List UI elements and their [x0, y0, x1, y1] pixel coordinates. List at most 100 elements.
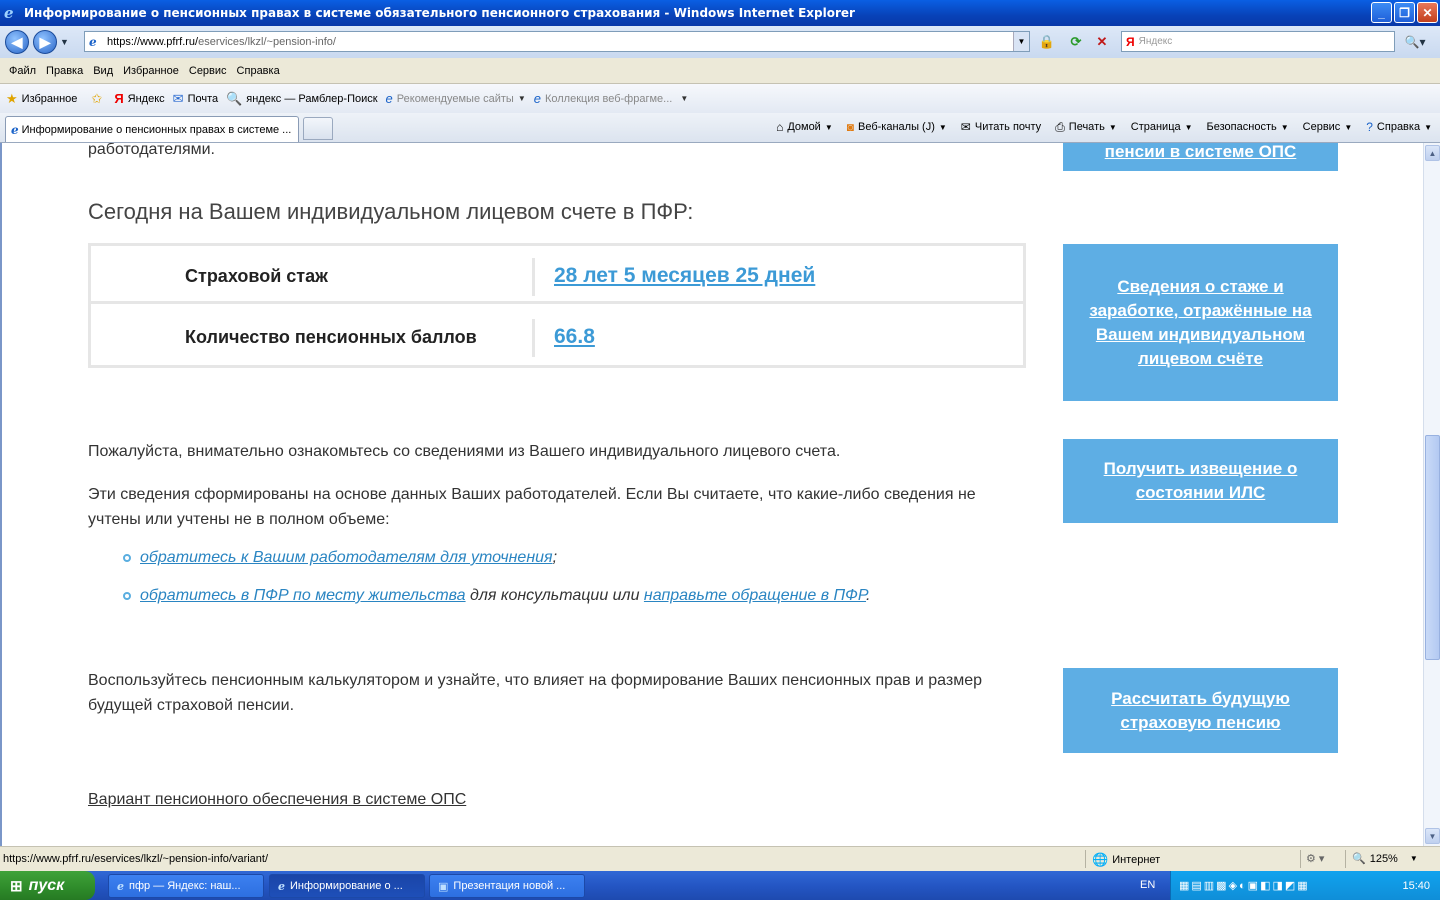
yandex-icon: Я	[1126, 34, 1135, 49]
print-button[interactable]: ⎙ Печать ▼	[1055, 120, 1117, 135]
calculate-pension-button[interactable]: Рассчитать будущую страховую пенсию	[1063, 668, 1338, 753]
search-button[interactable]: 🔍▾	[1398, 31, 1432, 52]
chevron-down-icon: ▼	[1184, 122, 1193, 132]
chevron-down-icon: ▼	[824, 122, 833, 132]
address-bar[interactable]: e https://www.pfrf.ru/eservices/lkzl/~pe…	[84, 31, 1030, 52]
chevron-down-icon: ▼	[1280, 122, 1289, 132]
scroll-up-icon[interactable]: ▲	[1425, 145, 1440, 161]
notice-paragraph: Пожалуйста, внимательно ознакомьтесь со …	[88, 443, 841, 460]
ie-page-icon: e	[385, 91, 393, 106]
tab-row: e Информирование о пенсионных правах в с…	[0, 113, 1440, 143]
help-menu-button[interactable]: ? Справка ▼	[1366, 120, 1432, 134]
fav-suggested-sites[interactable]: e Рекомендуемые сайты ▼	[386, 91, 526, 106]
fav-yandex[interactable]: Я Яндекс	[114, 91, 164, 106]
tools-menu-button[interactable]: Сервис ▼	[1303, 121, 1353, 133]
pension-ops-button[interactable]: пенсии в системе ОПС	[1063, 143, 1338, 171]
url-path: eservices/lkzl/~pension-info/	[198, 35, 336, 48]
windows-flag-icon: ⊞	[10, 877, 23, 895]
command-bar: ⌂ Домой ▼ ◙ Веб-каналы (J) ▼ ✉ Читать почту ⎙…	[762, 113, 1432, 141]
safety-menu-button[interactable]: Безопасность ▼	[1207, 121, 1289, 133]
divider	[532, 258, 535, 296]
fav-mail[interactable]: ✉ Почта	[173, 91, 218, 107]
ie-page-icon: e	[11, 122, 19, 137]
taskbar-item[interactable]: e Информирование о ...	[269, 874, 425, 898]
vertical-scrollbar[interactable]: ▲ ▼	[1423, 143, 1440, 846]
new-tab-button[interactable]	[303, 117, 333, 140]
status-url: https://www.pfrf.ru/eservices/lkzl/~pens…	[3, 853, 269, 865]
tab-pension-info[interactable]: e Информирование о пенсионных правах в с…	[5, 116, 299, 142]
previous-text-line: работодателями.	[88, 143, 215, 158]
window-title: Информирование о пенсионных правах в сис…	[24, 6, 855, 20]
refresh-button[interactable]: ⟳	[1065, 31, 1087, 52]
menu-tools[interactable]: Сервис	[189, 65, 227, 77]
menu-file[interactable]: Файл	[9, 65, 36, 77]
taskbar-item[interactable]: e пфр — Яндекс: наш...	[108, 874, 264, 898]
menu-view[interactable]: Вид	[93, 65, 113, 77]
taskbar: ⊞ пуск e пфр — Яндекс: наш... e Информиров…	[0, 871, 1440, 900]
protected-mode-icon[interactable]: ⚙ ▾	[1306, 852, 1324, 865]
language-indicator[interactable]: EN	[1140, 879, 1155, 891]
read-mail-button[interactable]: ✉ Читать почту	[961, 120, 1041, 134]
pension-variant-link[interactable]: Вариант пенсионного обеспечения в систем…	[88, 791, 466, 809]
back-button[interactable]: ◀	[5, 30, 29, 54]
divider	[1345, 850, 1346, 868]
zoom-control[interactable]: 🔍 125% ▼	[1352, 852, 1418, 866]
forward-button[interactable]: ▶	[33, 30, 57, 54]
favorites-star-icon: ★	[6, 90, 18, 106]
scroll-down-icon[interactable]: ▼	[1425, 828, 1440, 844]
search-input[interactable]: Я Яндекс	[1121, 31, 1395, 52]
contact-pfr-link[interactable]: обратитесь в ПФР по месту жительства	[140, 587, 466, 604]
address-toolbar: ◀ ▶ ▼ e https://www.pfrf.ru/eservices/lk…	[0, 26, 1440, 58]
scroll-thumb[interactable]	[1425, 435, 1440, 660]
page-content: работодателями. Сегодня на Вашем индивид…	[0, 143, 1423, 846]
fav-web-slices[interactable]: e Коллекция веб-фрагме... ▼	[534, 91, 689, 106]
send-appeal-link[interactable]: направьте обращение в ПФР	[644, 587, 866, 604]
pension-points-label: Количество пенсионных баллов	[185, 327, 477, 347]
ie-icon: e	[117, 879, 124, 893]
menu-edit[interactable]: Правка	[46, 65, 83, 77]
ie-icon: e	[278, 879, 285, 893]
address-dropdown-icon[interactable]: ▼	[1013, 32, 1029, 51]
taskbar-item[interactable]: ▣ Презентация новой ...	[429, 874, 585, 898]
insurance-experience-value[interactable]: 28 лет 5 месяцев 25 дней	[554, 264, 815, 288]
divider	[1085, 850, 1086, 868]
divider	[1300, 850, 1301, 868]
pension-points-value[interactable]: 66.8	[554, 325, 595, 349]
table-row: Страховой стаж 28 лет 5 месяцев 25 дней	[91, 246, 1023, 304]
menu-help[interactable]: Справка	[237, 65, 280, 77]
minimize-button[interactable]: _	[1371, 2, 1392, 23]
fav-rambler[interactable]: 🔍 яндекс — Рамблер-Поиск	[226, 91, 377, 107]
page-icon: e	[89, 34, 97, 49]
security-zone[interactable]: 🌐 Интернет	[1092, 852, 1160, 868]
chevron-down-icon: ▼	[517, 94, 526, 103]
table-row: Количество пенсионных баллов 66.8	[91, 307, 1023, 365]
menu-favorites[interactable]: Избранное	[123, 65, 179, 77]
start-button[interactable]: ⊞ пуск	[0, 871, 95, 900]
add-favorite-button[interactable]: ✩	[91, 91, 106, 107]
chevron-down-icon: ▼	[1424, 122, 1432, 132]
presentation-icon: ▣	[438, 879, 449, 893]
lock-icon[interactable]: 🔒	[1036, 31, 1058, 52]
get-ils-notice-button[interactable]: Получить извещение о состоянии ИЛС	[1063, 439, 1338, 523]
window-controls: _ ❐ ✕	[1371, 2, 1438, 23]
bullet-icon	[123, 553, 131, 562]
mail-icon: ✉	[172, 90, 184, 106]
tray-icons[interactable]: ▦▤▥▩◈◐▣◧◨◩▦	[1179, 879, 1310, 892]
feeds-button[interactable]: ◙ Веб-каналы (J) ▼	[847, 120, 947, 134]
recent-pages-dropdown[interactable]: ▼	[60, 37, 69, 47]
experience-earnings-button[interactable]: Сведения о стаже и заработке, отражённые…	[1063, 244, 1338, 401]
menu-bar: Файл Правка Вид Избранное Сервис Справка	[0, 58, 1440, 84]
add-favorite-icon: ✩	[91, 90, 103, 106]
insurance-experience-label: Страховой стаж	[185, 266, 328, 286]
calculator-paragraph: Воспользуйтесь пенсионным калькулятором …	[88, 672, 983, 714]
home-button[interactable]: ⌂ Домой ▼	[776, 120, 833, 134]
contact-employer-link[interactable]: обратитесь к Вашим работодателям для уто…	[140, 549, 553, 566]
list-item: обратитесь к Вашим работодателям для уто…	[123, 549, 557, 567]
close-button[interactable]: ✕	[1417, 2, 1438, 23]
window-titlebar[interactable]: e Информирование о пенсионных правах в с…	[0, 0, 1440, 26]
favorites-button[interactable]: ★ Избранное	[6, 91, 77, 107]
clock[interactable]: 15:40	[1402, 880, 1430, 892]
page-menu-button[interactable]: Страница ▼	[1131, 121, 1193, 133]
stop-button[interactable]: ✕	[1091, 31, 1113, 52]
maximize-button[interactable]: ❐	[1394, 2, 1415, 23]
